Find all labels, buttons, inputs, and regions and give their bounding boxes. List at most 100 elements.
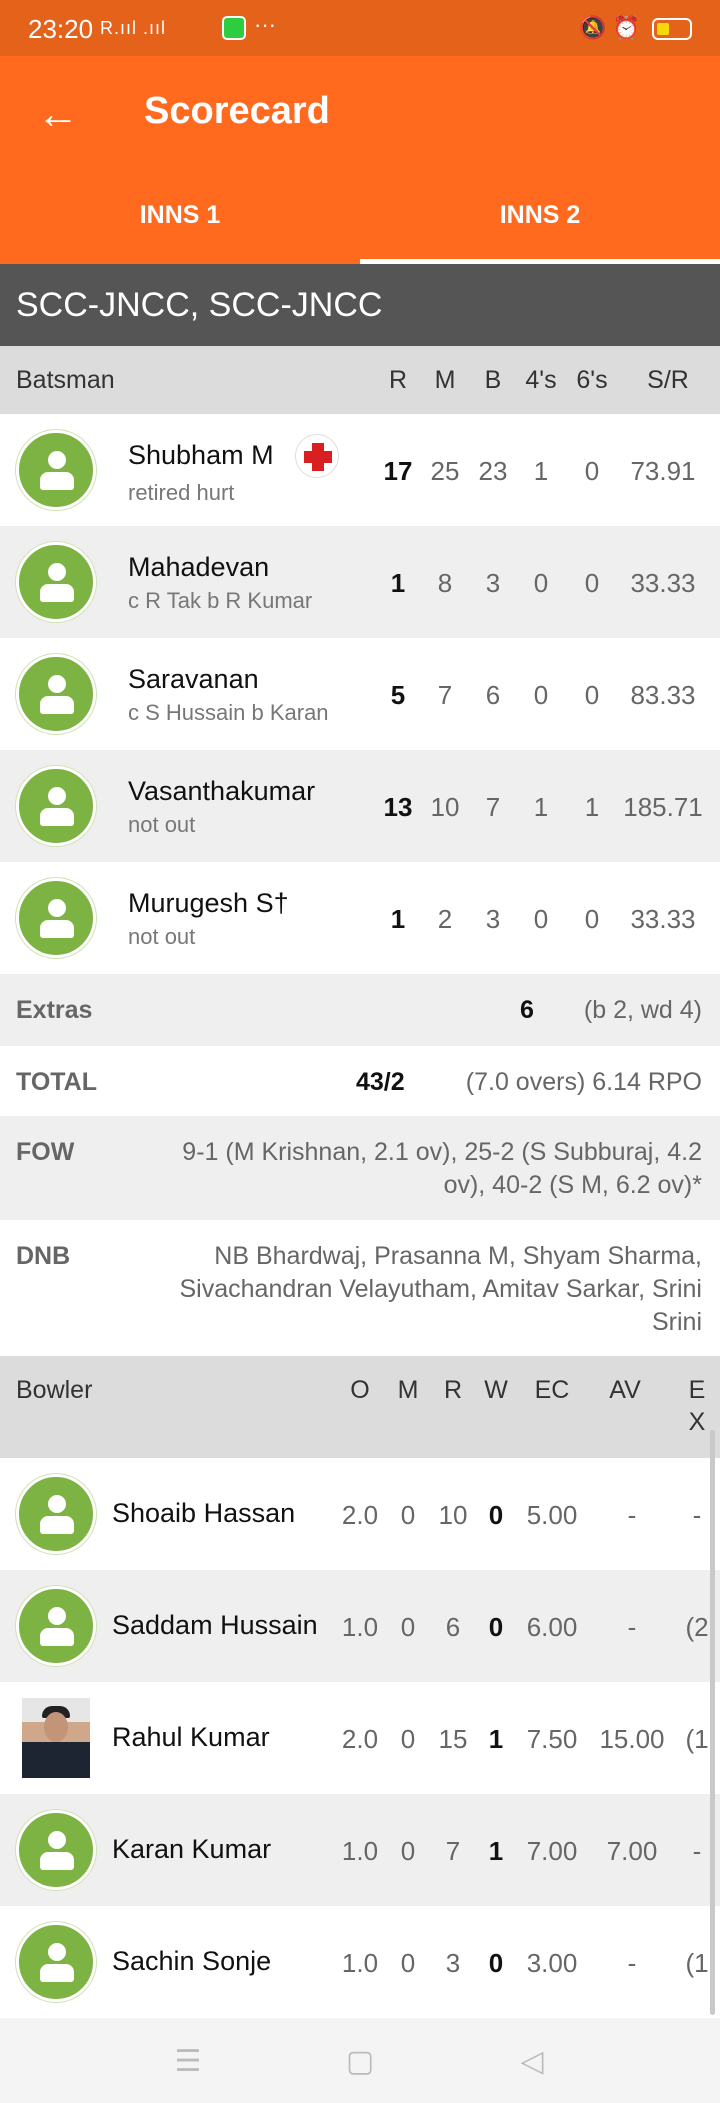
avatar-icon — [16, 878, 96, 958]
strike-rate: 33.33 — [630, 568, 696, 598]
bowler-row[interactable]: Saddam Hussain 1.0 0 6 0 6.00 - (2 — [0, 1570, 720, 1682]
maidens: 0 — [400, 1500, 416, 1530]
batsman-name: Saravanan — [128, 664, 259, 694]
extras: - — [692, 1836, 702, 1866]
minutes: 25 — [430, 456, 460, 486]
bowling-header: Bowler O M R W EC AV E X — [0, 1356, 720, 1458]
total-value: 43/2 — [356, 1068, 405, 1096]
runs-conceded: 6 — [445, 1612, 461, 1642]
economy: 7.00 — [526, 1836, 578, 1866]
runs: 17 — [383, 456, 413, 486]
extras: (2 — [685, 1612, 709, 1642]
bowler-name: Sachin Sonje — [112, 1946, 272, 1976]
batsman-row[interactable]: Vasanthakumar not out 13 10 7 1 1 185.71 — [0, 750, 720, 862]
back-arrow-icon[interactable]: ← — [30, 86, 86, 142]
back-triangle-icon[interactable]: ◁ — [512, 2042, 552, 2082]
runs: 5 — [390, 680, 406, 710]
retired-hurt-cross-icon — [295, 434, 339, 478]
tab-inns-1[interactable]: INNS 1 — [0, 166, 360, 264]
tab-inns-2[interactable]: INNS 2 — [360, 166, 720, 264]
economy: 7.50 — [526, 1724, 578, 1754]
bowler-row[interactable]: Rahul Kumar 2.0 0 15 1 7.50 15.00 (1 — [0, 1682, 720, 1794]
status-bar: 23:20 R.ııl .ııl ··· 🔕 ⏰ — [0, 0, 720, 56]
sixes: 0 — [584, 568, 600, 598]
header-wickets: W — [484, 1376, 508, 1404]
header-strike-rate: S/R — [647, 366, 689, 394]
scrollbar[interactable] — [710, 1430, 715, 2015]
header-balls: B — [484, 366, 502, 394]
batsman-name: Murugesh S† — [128, 888, 289, 918]
minutes: 2 — [437, 904, 453, 934]
extras: (1 — [685, 1724, 709, 1754]
wickets: 0 — [488, 1612, 504, 1642]
avatar-icon — [16, 430, 96, 510]
bowler-row[interactable]: Shoaib Hassan 2.0 0 10 0 5.00 - - — [0, 1458, 720, 1570]
menu-icon[interactable]: ☰ — [168, 2042, 208, 2082]
balls: 7 — [485, 792, 501, 822]
batsman-name: Mahadevan — [128, 552, 270, 582]
balls: 23 — [478, 456, 508, 486]
dnb-line-3: Srini — [651, 1308, 702, 1336]
average: - — [627, 1500, 637, 1530]
dismissal: retired hurt — [128, 480, 235, 505]
extras-value: 6 — [520, 996, 534, 1024]
maidens: 0 — [400, 1724, 416, 1754]
home-square-icon[interactable]: ▢ — [340, 2042, 380, 2082]
batsman-row[interactable]: Saravanan c S Hussain b Karan 5 7 6 0 0 … — [0, 638, 720, 750]
overs: 2.0 — [341, 1724, 379, 1754]
avatar-icon — [16, 1474, 96, 1554]
average: 7.00 — [606, 1836, 658, 1866]
runs-conceded: 10 — [438, 1500, 468, 1530]
minutes: 7 — [437, 680, 453, 710]
bowler-name: Rahul Kumar — [112, 1722, 270, 1752]
header-overs: O — [350, 1376, 370, 1404]
bowler-row[interactable]: Sachin Sonje 1.0 0 3 0 3.00 - (1 — [0, 1906, 720, 2018]
minutes: 10 — [430, 792, 460, 822]
innings-tabs: INNS 1 INNS 2 — [0, 166, 720, 264]
batting-header: Batsman R M B 4's 6's S/R — [0, 346, 720, 414]
battery-icon — [652, 18, 692, 41]
overs: 1.0 — [341, 1948, 379, 1978]
runs: 1 — [390, 568, 406, 598]
extras-label: Extras — [16, 996, 93, 1024]
bowler-row[interactable]: Karan Kumar 1.0 0 7 1 7.00 7.00 - — [0, 1794, 720, 1906]
dismissal: c R Tak b R Kumar — [128, 588, 313, 613]
runs-conceded: 3 — [445, 1948, 461, 1978]
economy: 5.00 — [526, 1500, 578, 1530]
dnb-label: DNB — [16, 1242, 71, 1270]
fow-line-1: 9-1 (M Krishnan, 2.1 ov), 25-2 (S Subbur… — [182, 1138, 702, 1166]
batsman-name: Vasanthakumar — [128, 776, 316, 806]
dnb-line-2: Sivachandran Velayutham, Amitav Sarkar, … — [179, 1275, 703, 1303]
overs: 2.0 — [341, 1500, 379, 1530]
economy: 6.00 — [526, 1612, 578, 1642]
extras: - — [692, 1500, 702, 1530]
batsman-row[interactable]: Mahadevan c R Tak b R Kumar 1 8 3 0 0 33… — [0, 526, 720, 638]
bowler-name: Shoaib Hassan — [112, 1498, 296, 1528]
fours: 0 — [533, 904, 549, 934]
bowler-name: Saddam Hussain — [112, 1610, 318, 1640]
fall-of-wickets: FOW 9-1 (M Krishnan, 2.1 ov), 25-2 (S Su… — [0, 1116, 720, 1220]
dismissal: not out — [128, 924, 196, 949]
batsman-row[interactable]: Murugesh S† not out 1 2 3 0 0 33.33 — [0, 862, 720, 974]
average: - — [627, 1612, 637, 1642]
mute-icon: 🔕 — [578, 15, 607, 40]
batsman-row[interactable]: Shubham M retired hurt 17 25 23 1 0 73.9… — [0, 414, 720, 526]
header-minutes: M — [434, 366, 456, 394]
balls: 3 — [485, 568, 501, 598]
avatar-icon — [16, 1810, 96, 1890]
fow-line-2: ov), 40-2 (S M, 6.2 ov)* — [443, 1171, 702, 1199]
average: 15.00 — [599, 1724, 665, 1754]
signal-icon: R.ııl .ııl — [100, 18, 167, 38]
team-name: SCC-JNCC, SCC-JNCC — [0, 264, 720, 346]
header-runs: R — [388, 366, 408, 394]
strike-rate: 33.33 — [630, 904, 696, 934]
wickets: 0 — [488, 1948, 504, 1978]
more-notifications-icon: ··· — [254, 12, 276, 37]
status-time: 23:20 — [28, 14, 94, 44]
overs: 1.0 — [341, 1612, 379, 1642]
batsman-header: Batsman — [16, 366, 115, 394]
runs: 13 — [383, 792, 413, 822]
header-economy: EC — [534, 1376, 570, 1404]
maidens: 0 — [400, 1836, 416, 1866]
header-fours: 4's — [525, 366, 557, 394]
